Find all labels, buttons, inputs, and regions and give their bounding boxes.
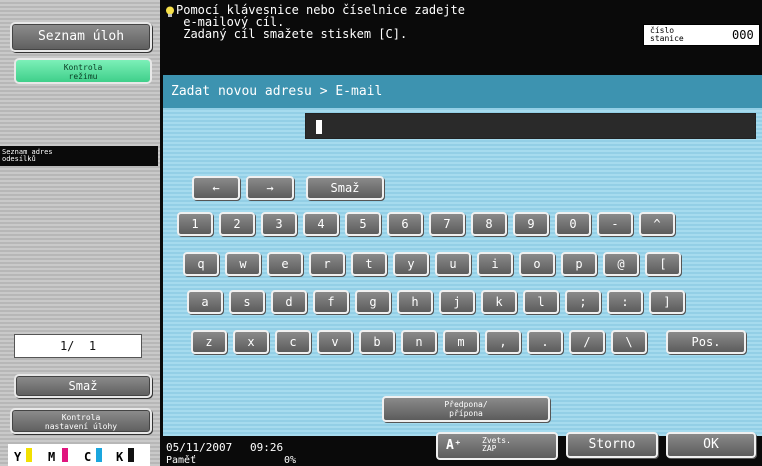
key-w[interactable]: w [225, 252, 261, 276]
key-bracket-left[interactable]: [ [645, 252, 681, 276]
footer-memory-label: Paměť [166, 455, 197, 466]
key-minus[interactable]: - [597, 212, 633, 236]
key-h[interactable]: h [397, 290, 433, 314]
key-4[interactable]: 4 [303, 212, 339, 236]
key-z[interactable]: z [191, 330, 227, 354]
footer-date: 05/11/2007 [166, 441, 233, 454]
page-title: Zadat novou adresu > E-mail [163, 75, 762, 108]
toner-y-bar [26, 448, 32, 462]
toner-c-label: C [84, 450, 92, 464]
key-j[interactable]: j [439, 290, 475, 314]
key-e[interactable]: e [267, 252, 303, 276]
job-settings-button[interactable]: Kontrola nastavení úlohy [10, 408, 152, 434]
zoom-label: Zvets. ZAP [482, 436, 511, 453]
toner-m: M [48, 448, 78, 464]
shift-button[interactable]: Pos. [666, 330, 746, 354]
key-at[interactable]: @ [603, 252, 639, 276]
key-o[interactable]: o [519, 252, 555, 276]
text-cursor [316, 120, 322, 134]
key-b[interactable]: b [359, 330, 395, 354]
toner-y-label: Y [14, 450, 22, 464]
toner-m-label: M [48, 450, 56, 464]
key-1[interactable]: 1 [177, 212, 213, 236]
key-q[interactable]: q [183, 252, 219, 276]
key-d[interactable]: d [271, 290, 307, 314]
key-u[interactable]: u [435, 252, 471, 276]
key-9[interactable]: 9 [513, 212, 549, 236]
key-5[interactable]: 5 [345, 212, 381, 236]
station-number-box: číslo stanice 000 [643, 24, 760, 46]
arrow-left-button[interactable]: ← [192, 176, 240, 200]
key-7[interactable]: 7 [429, 212, 465, 236]
key-v[interactable]: v [317, 330, 353, 354]
info-bulb-icon [165, 3, 175, 17]
key-x[interactable]: x [233, 330, 269, 354]
toner-c-bar [96, 448, 102, 462]
cancel-button[interactable]: Storno [566, 432, 658, 458]
key-2[interactable]: 2 [219, 212, 255, 236]
key-l[interactable]: l [523, 290, 559, 314]
key-n[interactable]: n [401, 330, 437, 354]
address-list-tab[interactable]: Seznam adres odesílků [0, 146, 158, 166]
key-p[interactable]: p [561, 252, 597, 276]
toner-m-bar [62, 448, 68, 462]
key-caret[interactable]: ^ [639, 212, 675, 236]
key-r[interactable]: r [309, 252, 345, 276]
toner-k-label: K [116, 450, 124, 464]
key-m[interactable]: m [443, 330, 479, 354]
key-comma[interactable]: , [485, 330, 521, 354]
station-label: číslo stanice [650, 26, 684, 43]
key-a[interactable]: a [187, 290, 223, 314]
footer-memory-value: 0% [284, 455, 297, 466]
email-address-input[interactable] [305, 113, 756, 139]
job-list-button[interactable]: Seznam úloh [10, 22, 152, 52]
footer-time: 09:26 [250, 441, 284, 454]
sidebar-delete-button[interactable]: Smaž [14, 374, 152, 398]
key-colon[interactable]: : [607, 290, 643, 314]
station-value: 000 [732, 28, 754, 42]
key-s[interactable]: s [229, 290, 265, 314]
key-f[interactable]: f [313, 290, 349, 314]
toner-y: Y [14, 448, 44, 464]
key-bracket-right[interactable]: ] [649, 290, 685, 314]
key-slash[interactable]: / [569, 330, 605, 354]
key-t[interactable]: t [351, 252, 387, 276]
toner-k: K [116, 448, 146, 464]
toner-k-bar [128, 448, 134, 462]
key-3[interactable]: 3 [261, 212, 297, 236]
prefix-suffix-button[interactable]: Předpona/ přípona [382, 396, 550, 422]
key-semicolon[interactable]: ; [565, 290, 601, 314]
zoom-button[interactable]: A⁺ Zvets. ZAP [436, 432, 558, 460]
key-period[interactable]: . [527, 330, 563, 354]
key-y[interactable]: y [393, 252, 429, 276]
key-c[interactable]: c [275, 330, 311, 354]
arrow-right-button[interactable]: → [246, 176, 294, 200]
key-8[interactable]: 8 [471, 212, 507, 236]
key-6[interactable]: 6 [387, 212, 423, 236]
key-0[interactable]: 0 [555, 212, 591, 236]
zoom-icon: A⁺ [446, 438, 462, 453]
page-counter: 1/ 1 [14, 334, 142, 358]
header-message: Pomocí klávesnice nebo číselnice zadejte… [176, 3, 465, 41]
key-i[interactable]: i [477, 252, 513, 276]
key-backslash[interactable]: \ [611, 330, 647, 354]
key-k[interactable]: k [481, 290, 517, 314]
toner-c: C [84, 448, 114, 464]
delete-char-button[interactable]: Smaž [306, 176, 384, 200]
ok-button[interactable]: OK [666, 432, 756, 458]
key-g[interactable]: g [355, 290, 391, 314]
toner-panel: Y M C K [8, 444, 150, 466]
mode-check-button[interactable]: Kontrola režimu [14, 58, 152, 84]
